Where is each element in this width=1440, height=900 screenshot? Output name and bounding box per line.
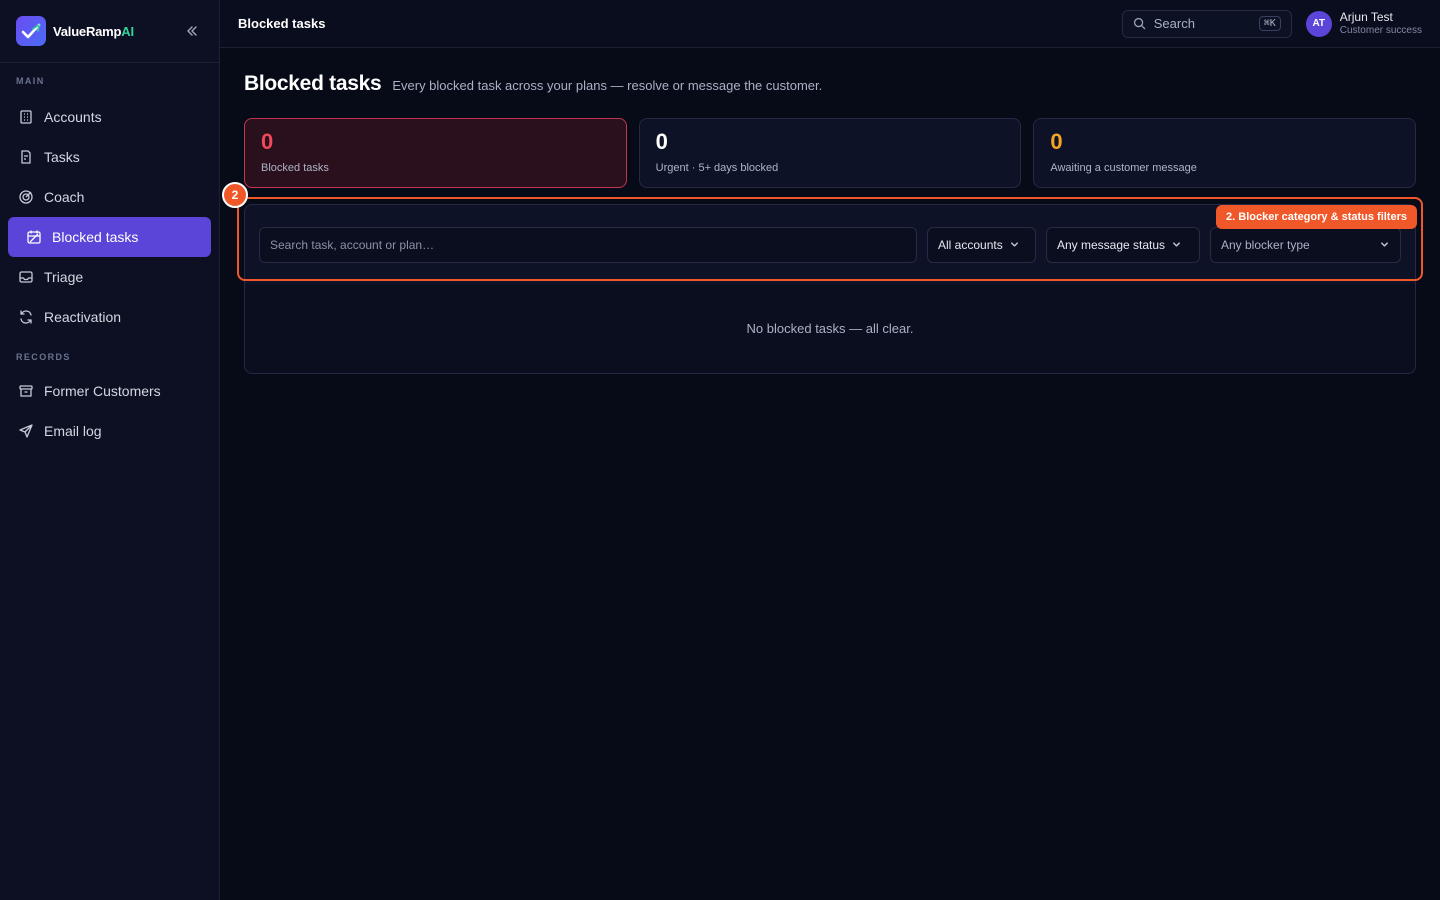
collapse-sidebar-button[interactable] [181,20,203,42]
sidebar-item-triage[interactable]: Triage [8,257,211,297]
page-title: Blocked tasks [244,72,382,95]
sidebar-item-label: Former Customers [44,383,161,399]
stat-card-urgent[interactable]: 0 Urgent · 5+ days blocked [638,118,1022,188]
sidebar-item-label: Accounts [44,109,102,125]
stat-label: Blocked tasks [261,162,329,174]
accounts-filter-select[interactable]: All accounts [927,226,1036,263]
clipboard-icon [18,149,34,165]
stat-value: 0 [1050,129,1063,154]
sidebar-item-accounts[interactable]: Accounts [8,97,211,137]
chevron-down-icon [1379,239,1390,250]
select-value: Any blocker type [1221,237,1310,252]
topbar: Blocked tasks Search ⌘K AT Arjun Test Cu… [220,0,1440,48]
search-label: Search [1153,16,1195,31]
target-icon [18,189,34,205]
building-icon [18,109,34,125]
chevrons-left-icon [187,26,197,36]
archive-icon [18,383,34,399]
filter-bar: All accounts Any message status Any bloc… [222,182,1423,284]
sidebar-item-email-log[interactable]: Email log [8,411,211,451]
sidebar-item-former-customers[interactable]: Former Customers [8,371,211,411]
empty-state-message: No blocked tasks — all clear. [746,321,914,336]
stat-card-blocked[interactable]: 0 Blocked tasks [244,118,627,188]
blocker-type-filter-select[interactable]: Any blocker type [1210,226,1401,263]
main-content: Blocked tasks Every blocked task across … [222,72,1423,374]
refresh-icon [18,309,34,325]
section-label-records: RECORDS [16,352,71,362]
logo-icon [16,16,46,46]
section-label-main: MAIN [16,76,45,86]
stats-row: 0 Blocked tasks 0 Urgent · 5+ days block… [244,118,1417,188]
task-search-input[interactable] [259,226,917,263]
search-icon [1133,17,1146,30]
stat-value: 0 [655,129,668,154]
stat-label: Awaiting a customer message [1050,162,1197,174]
stat-value: 0 [261,129,274,154]
user-name: Arjun Test [1339,9,1393,24]
user-role: Customer success [1339,24,1422,36]
sidebar-item-tasks[interactable]: Tasks [8,137,211,177]
brand-name: ValueRampAI [53,23,134,39]
shortcut-hint: ⌘K [1258,16,1281,31]
chevron-down-icon [1009,239,1020,250]
sidebar-item-coach[interactable]: Coach [8,177,211,217]
stat-label: Urgent · 5+ days blocked [655,162,779,174]
sidebar-item-label: Triage [44,269,84,285]
sidebar-item-label: Blocked tasks [52,229,139,245]
sidebar: ValueRampAI MAIN Accounts Tasks Coach Bl… [0,0,220,900]
avatar: AT [1305,10,1332,37]
blocked-calendar-icon [26,229,42,245]
inbox-icon [18,269,34,285]
global-search-button[interactable]: Search ⌘K [1121,9,1292,38]
select-value: Any message status [1057,237,1166,252]
message-status-filter-select[interactable]: Any message status [1046,226,1200,263]
sidebar-item-blocked-tasks[interactable]: Blocked tasks [8,217,211,257]
send-icon [18,423,34,439]
brand: ValueRampAI [0,0,219,63]
topbar-title: Blocked tasks [238,16,326,31]
page-subtitle: Every blocked task across your plans — r… [392,78,823,93]
user-menu[interactable]: AT Arjun Test Customer success [1305,9,1422,37]
stat-card-awaiting[interactable]: 0 Awaiting a customer message [1033,118,1417,188]
sidebar-item-label: Tasks [44,149,80,165]
chevron-down-icon [1171,239,1182,250]
sidebar-item-label: Reactivation [44,309,122,325]
sidebar-item-label: Email log [44,423,102,439]
select-value: All accounts [938,237,1003,252]
empty-state: No blocked tasks — all clear. [244,284,1416,374]
sidebar-item-label: Coach [44,189,85,205]
sidebar-item-reactivation[interactable]: Reactivation [8,297,211,337]
annotation-callout: 2. Blocker category & status filters [1216,205,1417,229]
